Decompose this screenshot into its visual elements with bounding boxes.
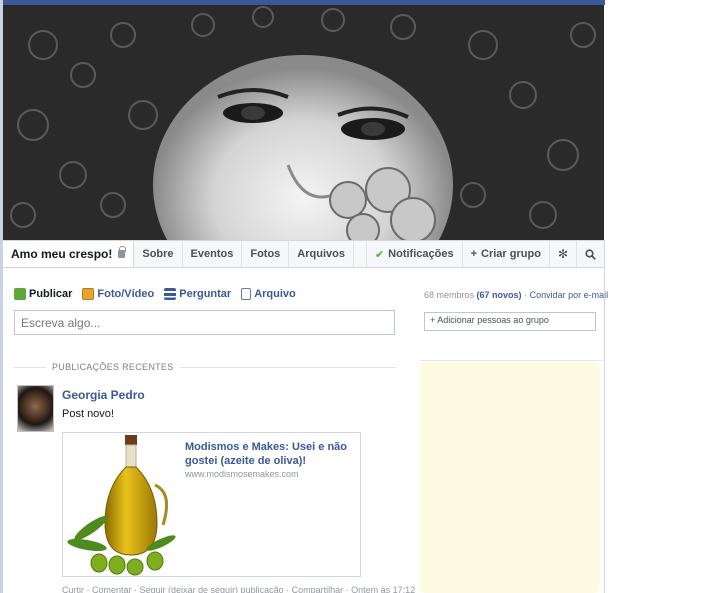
olive-oil-bottle-image[interactable] (63, 433, 180, 576)
invite-by-email-link[interactable]: Convidar por e-mail (530, 290, 609, 300)
ask-button[interactable]: Perguntar (164, 288, 231, 300)
attachment-url: www.modismosemakes.com (185, 469, 299, 479)
cover-photo-illustration (3, 5, 604, 240)
tab-events[interactable]: Eventos (183, 241, 243, 267)
search-icon (585, 248, 596, 260)
new-members-count[interactable]: (67 novos) (477, 290, 522, 300)
photo-video-label: Foto/Vídeo (97, 288, 155, 300)
check-icon: ✔ (374, 248, 385, 261)
post-author[interactable]: Georgia Pedro (62, 388, 145, 402)
settings-button[interactable]: ✻ (548, 241, 576, 267)
file-icon (241, 288, 252, 300)
group-name: Amo meu crespo! (11, 247, 113, 261)
olive-oil-illustration (67, 435, 176, 576)
question-icon (164, 288, 177, 300)
photo-icon (82, 288, 95, 300)
composer-actions: Publicar Foto/Vídeo Perguntar Arquivo (14, 285, 396, 303)
divider (179, 366, 396, 368)
create-group-button[interactable]: + Criar grupo (461, 241, 549, 267)
content-right-border (604, 240, 605, 593)
avatar[interactable] (17, 385, 54, 432)
add-people-label: Adicionar pessoas ao grupo (437, 315, 549, 325)
file-label: Arquivo (254, 288, 296, 300)
tab-spacer (354, 241, 366, 267)
notifications-label: Notificações (388, 248, 454, 260)
recent-posts-title: PUBLICAÇÕES RECENTES (52, 362, 174, 372)
publish-label: Publicar (29, 288, 73, 300)
plus-icon: + (470, 248, 478, 260)
search-button[interactable] (576, 241, 604, 267)
divider (14, 366, 46, 368)
sidebar-highlight-area (420, 362, 600, 593)
divider (420, 360, 603, 361)
group-name-tab[interactable]: Amo meu crespo! (3, 241, 135, 267)
attachment-title[interactable]: Modismos e Makes: Usei e não gostei (aze… (185, 440, 355, 468)
tab-about[interactable]: Sobre (134, 241, 183, 267)
lock-icon (118, 246, 127, 258)
recent-posts-header: PUBLICAÇÕES RECENTES (14, 360, 396, 374)
file-button[interactable]: Arquivo (241, 288, 296, 300)
group-tab-bar: Amo meu crespo! Sobre Eventos Fotos Arqu… (3, 240, 604, 268)
photo-video-button[interactable]: Foto/Vídeo (82, 288, 154, 300)
composer-input[interactable] (14, 310, 395, 335)
members-summary: 68 membros (67 novos) · Convidar por e-m… (424, 290, 608, 300)
tab-photos[interactable]: Fotos (242, 241, 290, 267)
cover-photo[interactable] (3, 5, 604, 240)
post-actions[interactable]: Curtir · Comentar · Seguir (deixar de se… (62, 585, 415, 593)
post-text: Post novo! (62, 408, 114, 420)
add-people-input[interactable]: + Adicionar pessoas ao grupo (424, 312, 596, 331)
link-attachment[interactable]: Modismos e Makes: Usei e não gostei (aze… (62, 432, 361, 577)
composer: Publicar Foto/Vídeo Perguntar Arquivo (14, 285, 396, 335)
status-icon (14, 288, 26, 300)
ask-label: Perguntar (179, 288, 232, 300)
tab-files[interactable]: Arquivos (289, 241, 354, 267)
notifications-button[interactable]: ✔ Notificações (365, 241, 462, 267)
gear-icon: ✻ (557, 247, 568, 261)
members-count[interactable]: 68 membros (424, 290, 474, 300)
create-group-label: Criar grupo (481, 248, 541, 260)
publish-button[interactable]: Publicar (14, 288, 72, 300)
